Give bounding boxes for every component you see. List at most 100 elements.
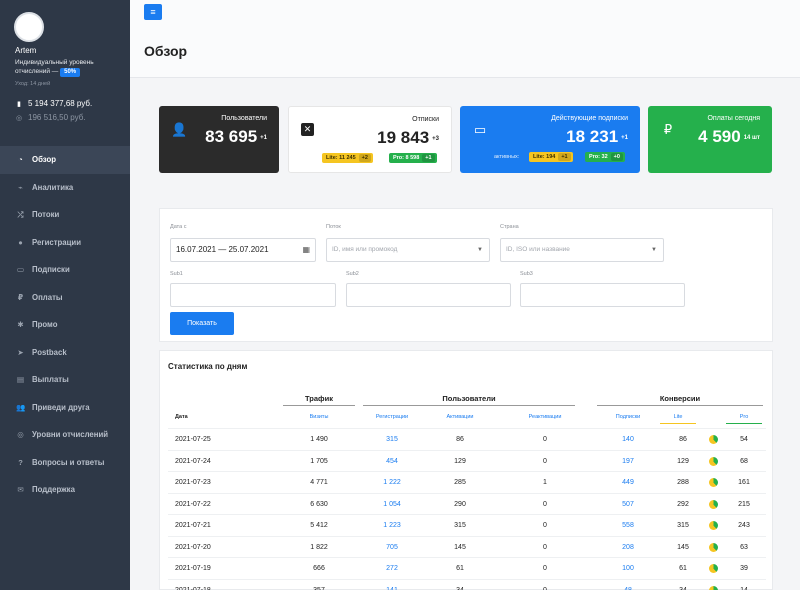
flow-select[interactable]: ID, имя или промокод ▼ [326, 238, 490, 262]
cell-activations: 285 [454, 479, 466, 486]
app-root: Artem Индивидуальный уровень отчислений … [0, 0, 800, 590]
cell-visits: 4 771 [310, 479, 328, 486]
sidebar-item-promo[interactable]: ✱ Промо [0, 311, 130, 339]
group-traffic: Трафик [283, 394, 355, 406]
sidebar-item-support[interactable]: ✉ Поддержка [0, 476, 130, 504]
cell-registrations[interactable]: 1 222 [356, 472, 428, 493]
cell-pro: 14 [740, 586, 748, 590]
card-payments-today-title: Оплаты сегодня [707, 115, 760, 122]
ruble-icon: ₽ [17, 292, 24, 302]
cell-activations: 129 [454, 457, 466, 465]
cell-subscriptions[interactable]: 507 [600, 494, 656, 515]
cell-subscriptions[interactable]: 100 [600, 558, 656, 579]
unsubs-lite-pill: Lite: 11 245 +2 [322, 153, 373, 163]
cell-date: 2021-07-21 [175, 522, 211, 529]
balance-secondary-value: 196 516,50 руб. [28, 113, 86, 122]
cell-subscriptions[interactable]: 208 [600, 537, 656, 558]
sidebar-item-payouts[interactable]: ▤ Выплаты [0, 366, 130, 394]
cell-registrations[interactable]: 1 223 [356, 515, 428, 536]
sidebar-item-label: Промо [32, 320, 58, 330]
table-row: 2021-07-22 6 630 1 054 290 0 507 292 215 [168, 492, 766, 515]
sidebar-item-levels[interactable]: ◎ Уровни отчислений [0, 421, 130, 449]
sidebar-item-invite[interactable]: 👥 Приведи друга [0, 394, 130, 422]
sidebar-item-flows[interactable]: ⤮ Потоки [0, 201, 130, 229]
col-activations[interactable]: Активации [430, 414, 490, 424]
sidebar-item-registrations[interactable]: ● Регистрации [0, 229, 130, 257]
cell-activations: 86 [456, 436, 464, 443]
col-subscriptions[interactable]: Подписки [600, 414, 656, 424]
sidebar-item-overview[interactable]: ◔ Обзор [0, 146, 130, 174]
show-button[interactable]: Показать [170, 312, 234, 335]
pie-chart-icon [709, 478, 718, 487]
avatar[interactable] [14, 12, 44, 42]
col-pro[interactable]: Pro [726, 414, 762, 424]
date-range-value: 16.07.2021 — 25.07.2021 [176, 245, 269, 254]
table-row: 2021-07-18 357 141 34 0 48 34 14 [168, 578, 766, 590]
card-active-subscriptions-number: 18 231 [566, 127, 619, 146]
card-icon: ▭ [473, 122, 487, 137]
sidebar-item-faq[interactable]: ? Вопросы и ответы [0, 449, 130, 477]
sidebar-item-subscriptions[interactable]: ▭ Подписки [0, 256, 130, 284]
card-unsubscribes-value: 19 843 +3 [377, 128, 439, 148]
shuffle-icon: ⤮ [17, 209, 24, 219]
unsubs-lite-label: Lite: 11 245 [326, 155, 356, 161]
sidebar-item-postback[interactable]: ➤ Postback [0, 339, 130, 367]
sub2-input[interactable] [346, 283, 511, 307]
cell-subscriptions[interactable]: 449 [600, 472, 656, 493]
cell-pro: 215 [738, 500, 750, 508]
close-icon: ✕ [301, 123, 314, 136]
sidebar-item-label: Поддержка [32, 485, 75, 495]
col-reactivations[interactable]: Реактивации [510, 414, 580, 424]
cell-visits: 5 412 [310, 522, 328, 529]
unsubs-pro-delta: +1 [422, 154, 435, 162]
cell-subscriptions[interactable]: 48 [600, 580, 656, 590]
cell-lite: 288 [677, 479, 689, 486]
card-active-subscriptions-value: 18 231 +1 [566, 127, 628, 147]
cell-date: 2021-07-22 [175, 500, 211, 508]
menu-toggle-button[interactable]: ≡ [144, 4, 162, 20]
sidebar-item-label: Аналитика [32, 182, 74, 192]
active-pro-delta: +0 [610, 153, 623, 161]
cell-registrations[interactable]: 705 [356, 537, 428, 558]
chart-icon: ⌁ [18, 182, 23, 192]
cell-subscriptions[interactable]: 558 [600, 515, 656, 536]
pie-chart-icon [709, 521, 718, 530]
col-visits[interactable]: Визиты [283, 414, 355, 424]
cell-pro: 243 [738, 522, 750, 529]
col-registrations[interactable]: Регистрации [356, 414, 428, 424]
pie-chart-icon [709, 435, 718, 444]
sidebar-item-label: Потоки [32, 210, 60, 220]
cell-registrations[interactable]: 1 054 [356, 494, 428, 515]
col-lite[interactable]: Lite [660, 414, 696, 424]
cell-visits: 6 630 [310, 500, 328, 508]
cell-registrations[interactable]: 315 [356, 429, 428, 450]
country-select[interactable]: ID, ISO или название ▼ [500, 238, 664, 262]
cell-registrations[interactable]: 272 [356, 558, 428, 579]
filter-panel: Дата с 16.07.2021 — 25.07.2021 ▦ Поток I… [159, 208, 773, 342]
user-icon: ● [18, 237, 23, 247]
active-lite-label: Lite: 194 [533, 154, 556, 160]
unsubs-pro-label: Pro: 8 598 [393, 155, 420, 161]
sidebar-item-payments[interactable]: ₽ Оплаты [0, 284, 130, 312]
date-range-input[interactable]: 16.07.2021 — 25.07.2021 ▦ [170, 238, 316, 262]
cell-registrations[interactable]: 454 [356, 451, 428, 472]
active-label: активных: [494, 154, 520, 160]
cell-pro: 54 [740, 436, 748, 443]
group-conversions: Конверсии [597, 394, 763, 406]
sidebar: Artem Индивидуальный уровень отчислений … [0, 0, 130, 590]
date-label: Дата с [170, 224, 187, 230]
card-users: 👤 Пользователи 83 695 +1 [159, 106, 279, 173]
sidebar-item-analytics[interactable]: ⌁ Аналитика [0, 174, 130, 202]
sidebar-item-label: Выплаты [32, 375, 69, 385]
card-unsubscribes-delta: +3 [432, 135, 439, 142]
cell-date: 2021-07-24 [175, 457, 211, 465]
sub1-input[interactable] [170, 283, 336, 307]
cell-subscriptions[interactable]: 140 [600, 429, 656, 450]
col-date[interactable]: Дата [175, 414, 215, 424]
sub3-input[interactable] [520, 283, 685, 307]
cell-subscriptions[interactable]: 197 [600, 451, 656, 472]
cell-visits: 1 822 [310, 543, 328, 551]
cell-lite: 129 [677, 457, 689, 465]
cell-registrations[interactable]: 141 [356, 580, 428, 590]
cell-pro: 39 [740, 565, 748, 572]
